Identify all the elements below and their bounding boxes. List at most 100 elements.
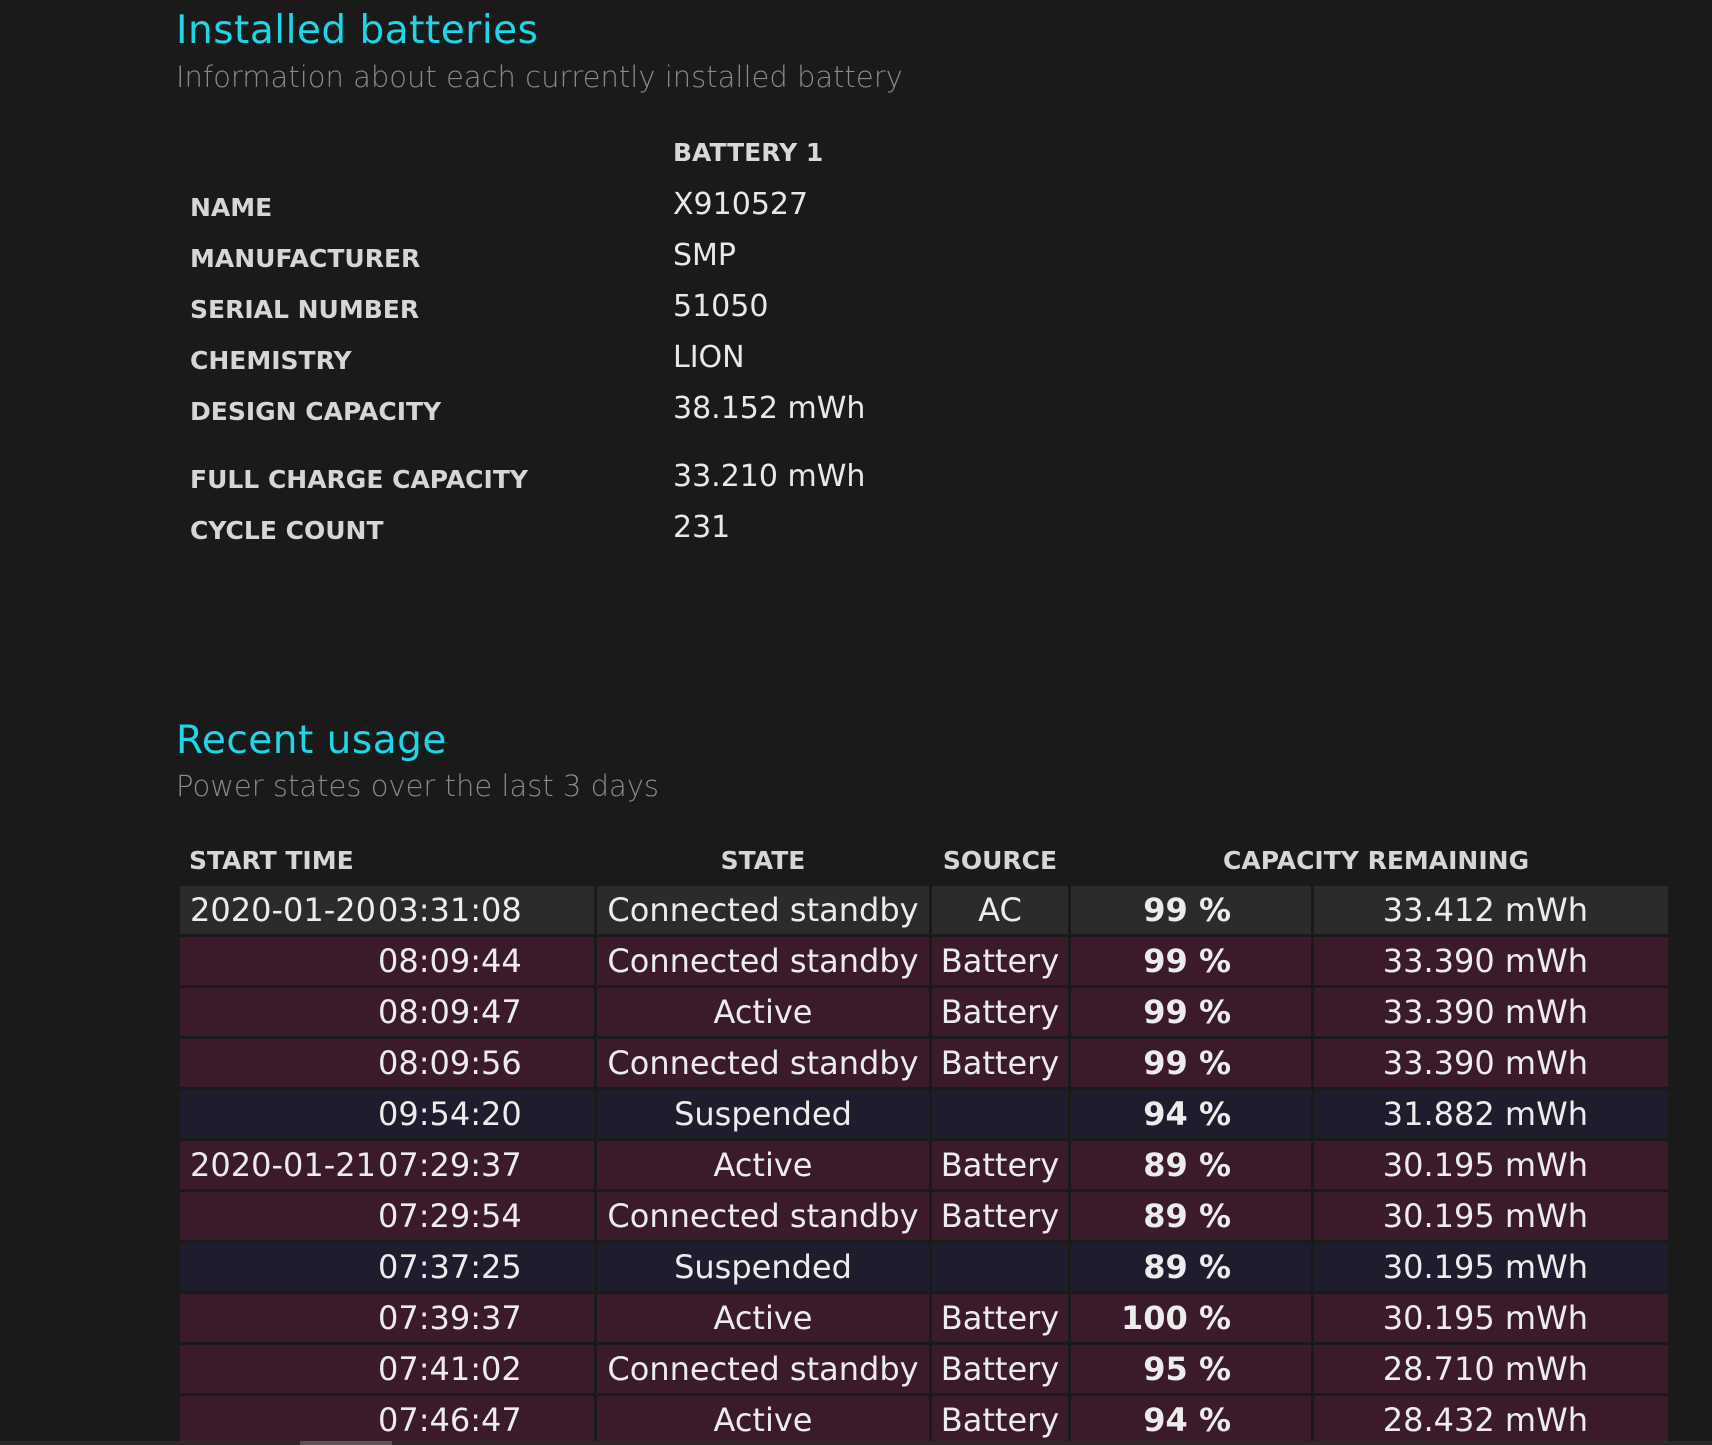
capacity-mwh-cell: 33.412 mWh [1314, 886, 1668, 934]
source-cell [932, 1090, 1068, 1138]
capacity-mwh-cell: 30.195 mWh [1314, 1192, 1668, 1240]
start-date: 2020-01-21 [190, 1146, 376, 1184]
info-value: 51050 [673, 289, 769, 324]
capacity-percent: 94 % [1143, 1401, 1231, 1439]
capacity-mwh: 30.195 mWh [1382, 1146, 1588, 1184]
state-cell: Active [597, 1294, 929, 1342]
info-row-name: NAME X910527 [190, 187, 1090, 227]
start-time: 08:09:56 [378, 1044, 522, 1082]
info-label: CYCLE COUNT [190, 516, 384, 545]
start-time-cell: 08:09:44 [180, 937, 594, 985]
info-label: FULL CHARGE CAPACITY [190, 465, 528, 494]
capacity-percent-cell: 89 % [1071, 1192, 1311, 1240]
info-value: 33.210 mWh [673, 459, 866, 494]
capacity-mwh-cell: 33.390 mWh [1314, 937, 1668, 985]
start-time-cell: 2020-01-20 03:31:08 [180, 886, 594, 934]
start-time: 09:54:20 [378, 1095, 522, 1133]
info-value: LION [673, 340, 745, 375]
usage-table: 2020-01-20 03:31:08 Connected standby AC 99 … [180, 886, 1668, 1445]
capacity-percent: 99 % [1143, 942, 1231, 980]
table-row: 07:46:47 Active Battery 94 % 28.432 mWh [180, 1396, 1668, 1444]
capacity-percent-cell: 95 % [1071, 1345, 1311, 1393]
recent-usage-subtitle: Power states over the last 3 days [176, 769, 660, 803]
start-time: 07:29:54 [378, 1197, 522, 1235]
capacity-percent-cell: 94 % [1071, 1090, 1311, 1138]
source-cell: Battery [932, 1294, 1068, 1342]
start-time: 07:37:25 [378, 1248, 522, 1286]
source-cell: Battery [932, 1345, 1068, 1393]
capacity-mwh-cell: 33.390 mWh [1314, 1039, 1668, 1087]
start-time: 08:09:47 [378, 993, 522, 1031]
scrollbar-thumb[interactable] [300, 1441, 392, 1445]
capacity-mwh: 30.195 mWh [1382, 1299, 1588, 1337]
start-time: 07:29:37 [378, 1146, 522, 1184]
battery-report-page: Installed batteries Information about ea… [0, 0, 1712, 1445]
table-row: 08:09:44 Connected standby Battery 99 % 33.3… [180, 937, 1668, 985]
capacity-percent: 99 % [1143, 1044, 1231, 1082]
state-cell: Suspended [597, 1243, 929, 1291]
info-row-chemistry: CHEMISTRY LION [190, 340, 1090, 380]
capacity-mwh: 33.412 mWh [1382, 891, 1588, 929]
battery-column-header: BATTERY 1 [673, 138, 824, 167]
header-capacity-remaining: CAPACITY REMAINING [1223, 846, 1530, 875]
info-row-serial-number: SERIAL NUMBER 51050 [190, 289, 1090, 329]
capacity-mwh: 31.882 mWh [1382, 1095, 1588, 1133]
capacity-mwh: 28.432 mWh [1382, 1401, 1588, 1439]
info-row-design-capacity: DESIGN CAPACITY 38.152 mWh [190, 391, 1090, 431]
capacity-percent: 89 % [1143, 1197, 1231, 1235]
capacity-mwh-cell: 28.710 mWh [1314, 1345, 1668, 1393]
start-time-cell: 08:09:56 [180, 1039, 594, 1087]
capacity-percent-cell: 89 % [1071, 1243, 1311, 1291]
header-source: SOURCE [942, 846, 1058, 875]
info-label: CHEMISTRY [190, 346, 352, 375]
state-cell: Active [597, 1396, 929, 1444]
table-row: 08:09:56 Connected standby Battery 99 % 33.3… [180, 1039, 1668, 1087]
table-row: 08:09:47 Active Battery 99 % 33.390 mWh [180, 988, 1668, 1036]
start-time-cell: 07:37:25 [180, 1243, 594, 1291]
capacity-mwh-cell: 30.195 mWh [1314, 1141, 1668, 1189]
info-label: NAME [190, 193, 273, 222]
info-value: 38.152 mWh [673, 391, 866, 426]
capacity-percent: 99 % [1143, 993, 1231, 1031]
capacity-percent-cell: 100 % [1071, 1294, 1311, 1342]
capacity-percent-cell: 94 % [1071, 1396, 1311, 1444]
capacity-percent: 94 % [1143, 1095, 1231, 1133]
start-time-cell: 07:41:02 [180, 1345, 594, 1393]
info-row-full-charge-capacity: FULL CHARGE CAPACITY 33.210 mWh [190, 459, 1090, 499]
start-time: 07:46:47 [378, 1401, 522, 1439]
start-time: 07:41:02 [378, 1350, 522, 1388]
source-cell: Battery [932, 1039, 1068, 1087]
state-cell: Connected standby [597, 937, 929, 985]
info-label: DESIGN CAPACITY [190, 397, 442, 426]
horizontal-scrollbar[interactable] [0, 1441, 1712, 1445]
capacity-percent: 100 % [1121, 1299, 1231, 1337]
info-value: X910527 [673, 187, 809, 222]
capacity-mwh: 33.390 mWh [1382, 993, 1588, 1031]
capacity-percent-cell: 89 % [1071, 1141, 1311, 1189]
capacity-percent: 89 % [1143, 1146, 1231, 1184]
source-cell: AC [932, 886, 1068, 934]
source-cell: Battery [932, 1141, 1068, 1189]
state-cell: Active [597, 988, 929, 1036]
capacity-mwh: 28.710 mWh [1382, 1350, 1588, 1388]
capacity-percent: 89 % [1143, 1248, 1231, 1286]
capacity-percent-cell: 99 % [1071, 1039, 1311, 1087]
capacity-mwh-cell: 30.195 mWh [1314, 1243, 1668, 1291]
info-value: 231 [673, 510, 731, 545]
capacity-percent: 99 % [1143, 891, 1231, 929]
start-time-cell: 2020-01-21 07:29:37 [180, 1141, 594, 1189]
start-time: 03:31:08 [378, 891, 522, 929]
table-row: 2020-01-21 07:29:37 Active Battery 89 % 30.19… [180, 1141, 1668, 1189]
start-date: 2020-01-20 [190, 891, 376, 929]
state-cell: Connected standby [597, 1345, 929, 1393]
state-cell: Connected standby [597, 1039, 929, 1087]
start-time: 07:39:37 [378, 1299, 522, 1337]
table-row: 07:39:37 Active Battery 100 % 30.195 mWh [180, 1294, 1668, 1342]
start-time-cell: 09:54:20 [180, 1090, 594, 1138]
source-cell: Battery [932, 988, 1068, 1036]
table-row: 07:41:02 Connected standby Battery 95 % 28.7… [180, 1345, 1668, 1393]
state-cell: Suspended [597, 1090, 929, 1138]
info-label: MANUFACTURER [190, 244, 421, 273]
recent-usage-title: Recent usage [176, 718, 447, 763]
capacity-mwh-cell: 28.432 mWh [1314, 1396, 1668, 1444]
